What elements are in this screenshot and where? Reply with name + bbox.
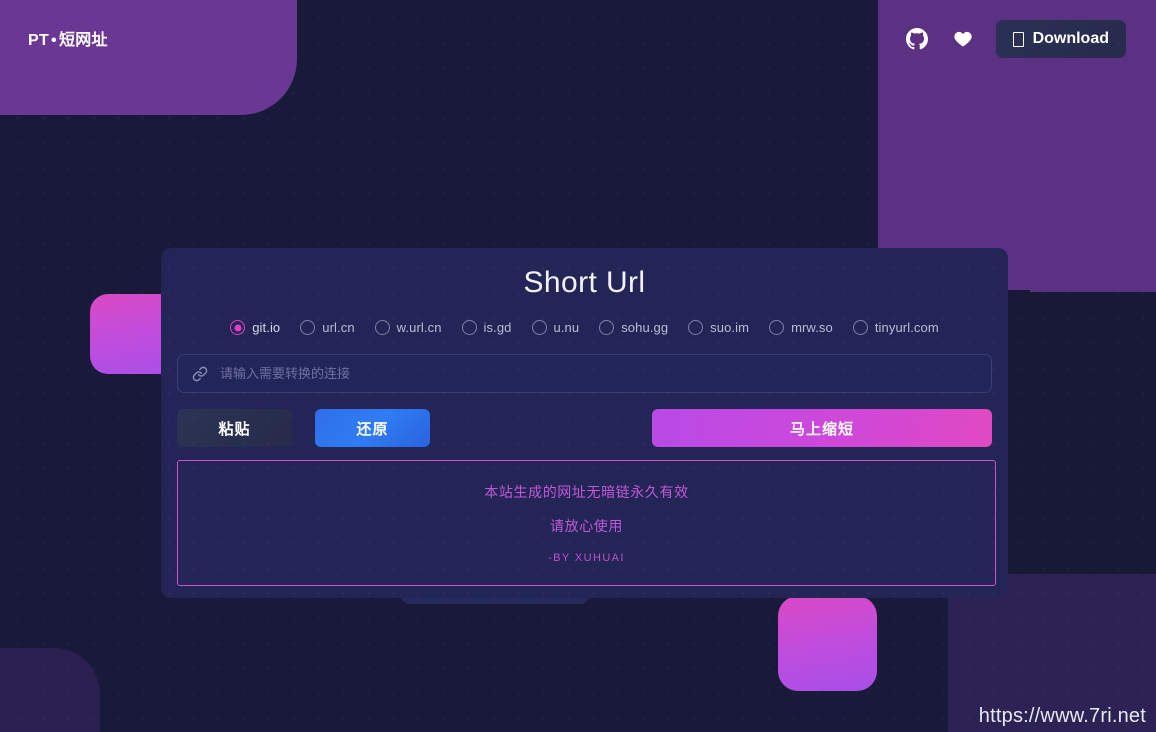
download-button-label: Download [1032, 30, 1109, 47]
notice-box: 本站生成的网址无暗链永久有效 请放心使用 -BY XUHUAI [177, 460, 996, 586]
notice-line-2: 请放心使用 [550, 518, 623, 534]
download-button[interactable]: Download [995, 20, 1126, 58]
page-title: Short Url [523, 266, 646, 299]
provider-label: u.nu [553, 320, 580, 335]
provider-option-git-io[interactable]: git.io [230, 320, 280, 335]
radio-icon [599, 320, 615, 335]
app-header: PT • 短网址 Download [0, 0, 1156, 78]
logo-separator: • [51, 32, 57, 49]
restore-button[interactable]: 还原 [315, 409, 430, 447]
radio-icon [230, 320, 246, 335]
provider-label: url.cn [322, 320, 355, 335]
decorative-gradient-square-bottom [778, 596, 877, 691]
radio-icon [688, 320, 704, 335]
missing-glyph-box-icon [1012, 31, 1024, 47]
provider-label: is.gd [483, 320, 512, 335]
brand-logo[interactable]: PT • 短网址 [28, 26, 108, 50]
provider-option-suo-im[interactable]: suo.im [688, 320, 749, 335]
provider-option-mrw-so[interactable]: mrw.so [769, 320, 833, 335]
provider-label: sohu.gg [621, 320, 669, 335]
logo-name: 短网址 [58, 32, 108, 49]
radio-icon [852, 320, 868, 335]
radio-icon [461, 320, 477, 335]
header-actions: Download [904, 20, 1126, 58]
shorten-button[interactable]: 马上缩短 [652, 409, 992, 447]
shortener-card: Short Url git.io url.cn w.url.cn is.gd u… [161, 248, 1008, 598]
provider-label: w.url.cn [396, 320, 442, 335]
provider-label: mrw.so [791, 320, 833, 335]
provider-option-is-gd[interactable]: is.gd [461, 320, 512, 335]
url-input-container[interactable] [177, 354, 992, 393]
radio-icon [374, 320, 390, 335]
notice-signature: -BY XUHUAI [548, 552, 625, 564]
provider-label: tinyurl.com [874, 320, 939, 335]
watermark: https://www.7ri.net [978, 705, 1146, 727]
provider-label: git.io [252, 320, 281, 335]
provider-option-u-nu[interactable]: u.nu [531, 320, 580, 335]
paste-button[interactable]: 粘贴 [177, 409, 292, 447]
provider-radio-group: git.io url.cn w.url.cn is.gd u.nu sohu.g… [177, 320, 992, 335]
radio-icon [531, 320, 547, 335]
provider-option-url-cn[interactable]: url.cn [300, 320, 355, 335]
heart-icon[interactable] [950, 26, 976, 52]
provider-option-w-url-cn[interactable]: w.url.cn [374, 320, 442, 335]
radio-icon [769, 320, 785, 335]
link-icon [192, 366, 208, 382]
decorative-block-bottom-left [0, 648, 100, 732]
app-root: PT • 短网址 Download Short Url git.io url.c… [0, 0, 1156, 732]
notice-line-1: 本站生成的网址无暗链永久有效 [484, 484, 689, 500]
provider-option-tinyurl-com[interactable]: tinyurl.com [852, 320, 939, 335]
action-buttons: 粘贴 还原 马上缩短 [177, 409, 992, 447]
logo-prefix: PT [28, 32, 50, 49]
provider-option-sohu-gg[interactable]: sohu.gg [599, 320, 668, 335]
github-icon[interactable] [904, 26, 930, 52]
provider-label: suo.im [710, 320, 750, 335]
url-input[interactable] [220, 366, 977, 381]
radio-icon [300, 320, 316, 335]
